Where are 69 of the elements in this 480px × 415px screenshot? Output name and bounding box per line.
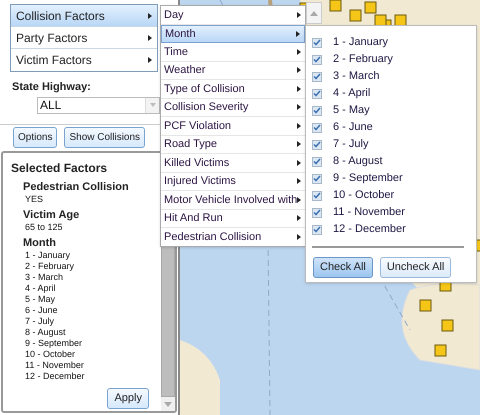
factor-value: 7 - July bbox=[24, 316, 56, 326]
month-checkbox[interactable] bbox=[312, 224, 322, 234]
submenu-arrow-icon bbox=[296, 30, 300, 37]
month-label: 9 - September bbox=[333, 171, 403, 186]
month-checkbox[interactable] bbox=[312, 190, 322, 200]
month-checkbox[interactable] bbox=[312, 72, 322, 82]
month-label: 6 - June bbox=[333, 120, 373, 136]
month-label: 2 - February bbox=[333, 52, 393, 68]
state-highway-label: State Highway: bbox=[12, 80, 91, 95]
month-label: 7 - July bbox=[333, 137, 368, 152]
submenu-arrow-icon bbox=[148, 57, 152, 63]
factor-value: 1 - January bbox=[24, 250, 72, 260]
factor-value: 10 - October bbox=[24, 348, 76, 360]
apply-button[interactable]: Apply bbox=[107, 388, 149, 408]
submenu-arrow-icon bbox=[297, 67, 301, 74]
month-checkbox[interactable] bbox=[312, 54, 322, 64]
factor-value: 12 - December bbox=[24, 370, 86, 382]
caret-up-icon bbox=[310, 10, 318, 16]
dropdown-caret-icon bbox=[150, 103, 156, 107]
action-button[interactable]: Show Collisions bbox=[64, 126, 146, 148]
submenu-arrow-icon bbox=[297, 141, 301, 148]
factor-value: 6 - June bbox=[24, 304, 59, 316]
factor-value: 8 - August bbox=[24, 326, 67, 338]
submenu-arrow-icon bbox=[297, 12, 301, 18]
factor-value: YES bbox=[24, 194, 44, 204]
submenu-arrow-icon bbox=[297, 234, 301, 240]
action-button[interactable]: Options bbox=[13, 126, 58, 148]
month-label: 1 - January bbox=[333, 35, 388, 50]
month-checkbox[interactable] bbox=[312, 122, 322, 132]
month-label: 5 - May bbox=[333, 103, 370, 118]
submenu-arrow-icon bbox=[297, 178, 301, 184]
month-checkbox[interactable] bbox=[312, 88, 322, 98]
factor-value: 9 - September bbox=[24, 338, 84, 348]
submenu-arrow-icon bbox=[297, 196, 302, 203]
month-label: 4 - April bbox=[333, 86, 370, 102]
factor-value: 2 - February bbox=[24, 260, 76, 272]
month-checkbox[interactable] bbox=[312, 106, 322, 116]
month-checkbox[interactable] bbox=[312, 140, 322, 150]
factor-value: 3 - March bbox=[24, 272, 64, 282]
month-checkbox[interactable] bbox=[312, 174, 322, 184]
submenu-arrow-icon bbox=[297, 104, 301, 110]
submenu-arrow-icon bbox=[297, 48, 301, 55]
submenu-arrow-icon bbox=[148, 12, 152, 18]
factor-menu-item[interactable]: Collision Factors bbox=[11, 5, 157, 27]
month-label: 11 - November bbox=[333, 205, 405, 220]
month-label: 3 - March bbox=[333, 69, 380, 84]
factor-value: 11 - November bbox=[24, 360, 85, 370]
factor-value: 5 - May bbox=[24, 294, 56, 304]
check-button[interactable]: Uncheck All bbox=[380, 257, 452, 278]
factor-name: Pedestrian Collision bbox=[23, 180, 130, 194]
submenu-arrow-icon bbox=[148, 34, 152, 40]
submenu-arrow-icon bbox=[297, 86, 301, 92]
month-checkbox[interactable] bbox=[312, 38, 322, 48]
submenu-item[interactable]: Month bbox=[161, 24, 305, 43]
state-highway-select[interactable]: ALL bbox=[37, 96, 160, 114]
submenu-arrow-icon bbox=[297, 160, 301, 166]
factor-value: 65 to 125 bbox=[24, 222, 64, 232]
month-label: 12 - December bbox=[333, 222, 406, 238]
month-checkbox[interactable] bbox=[312, 156, 322, 166]
month-label: 10 - October bbox=[333, 188, 394, 204]
panel-title: Selected Factors bbox=[11, 160, 108, 176]
factor-name: Victim Age bbox=[23, 208, 80, 222]
month-checkbox[interactable] bbox=[312, 208, 322, 218]
factor-value: 4 - April bbox=[24, 282, 57, 294]
factor-name: Month bbox=[23, 236, 57, 250]
submenu-arrow-icon bbox=[297, 215, 301, 222]
check-button[interactable]: Check All bbox=[313, 257, 373, 278]
month-label: 8 - August bbox=[333, 154, 383, 170]
submenu-arrow-icon bbox=[297, 122, 301, 129]
